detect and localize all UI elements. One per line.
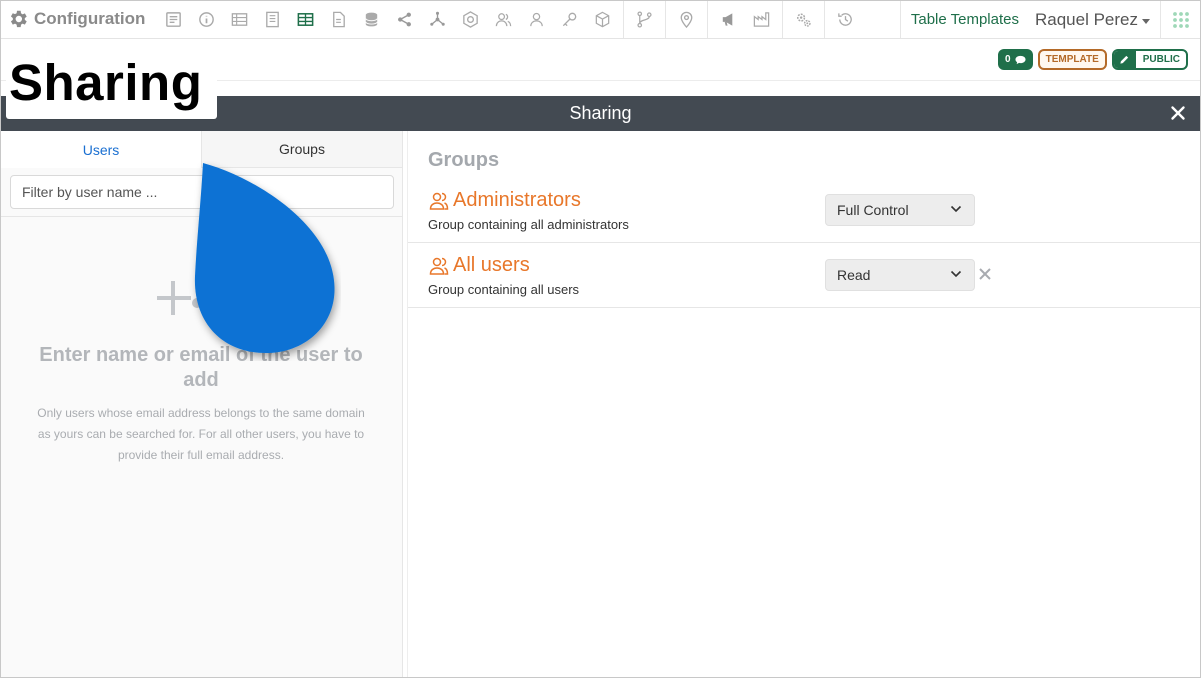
public-label: PUBLIC xyxy=(1142,54,1180,65)
user-name: Raquel Perez xyxy=(1034,10,1138,29)
table-templates-link[interactable]: Table Templates xyxy=(899,1,1035,38)
group-icon xyxy=(429,192,449,210)
page-title: Sharing xyxy=(9,54,203,111)
comment-icon xyxy=(1015,55,1026,64)
file-icon[interactable] xyxy=(322,1,355,38)
chevron-down-icon xyxy=(950,205,962,213)
share-nodes-icon[interactable] xyxy=(388,1,421,38)
megaphone-icon[interactable] xyxy=(712,1,745,38)
toolbar-right: Table Templates Raquel Perez xyxy=(899,1,1200,38)
branch-icon[interactable] xyxy=(628,1,661,38)
toolbar-group-flow xyxy=(624,1,666,38)
toolbar-group-settings xyxy=(783,1,825,38)
group-name[interactable]: All users xyxy=(428,254,530,277)
groups-heading: Groups xyxy=(428,149,500,171)
groups-pane: Groups Administrators Group containing a… xyxy=(407,131,1200,677)
permission-select[interactable]: Read xyxy=(825,259,975,291)
group-description: Group containing all users xyxy=(428,282,580,297)
group-description: Group containing all administrators xyxy=(428,217,629,232)
gears-icon[interactable] xyxy=(787,1,820,38)
permission-value: Read xyxy=(837,267,871,283)
page-title-overlay: Sharing xyxy=(6,53,217,119)
cube-icon[interactable] xyxy=(586,1,619,38)
table-icon[interactable] xyxy=(289,1,322,38)
toolbar-group-history xyxy=(825,1,866,38)
apps-grid-icon[interactable] xyxy=(1160,1,1200,38)
info-icon[interactable] xyxy=(190,1,223,38)
toolbar-icons xyxy=(153,1,866,38)
toolbar-group-location xyxy=(666,1,708,38)
network-icon[interactable] xyxy=(421,1,454,38)
map-pin-icon[interactable] xyxy=(670,1,703,38)
gear-icon xyxy=(10,10,27,28)
history-icon[interactable] xyxy=(829,1,862,38)
template-badge[interactable]: TEMPLATE xyxy=(1037,49,1107,70)
comment-count: 0 xyxy=(1005,54,1011,65)
teardrop-cursor-overlay xyxy=(194,163,335,353)
app-brand[interactable]: Configuration xyxy=(7,8,145,30)
user-menu[interactable]: Raquel Perez xyxy=(1035,1,1160,38)
empty-state-description: Only users whose email address belongs t… xyxy=(37,406,365,462)
app-title: Configuration xyxy=(34,9,146,28)
form-icon[interactable] xyxy=(157,1,190,38)
app-window: Configuration Table Templates Raquel Per… xyxy=(0,0,1201,678)
group-icon xyxy=(429,257,449,275)
document-list-icon[interactable] xyxy=(256,1,289,38)
tab-users[interactable]: Users xyxy=(1,131,202,168)
status-badges: 0 TEMPLATE PUBLIC xyxy=(998,49,1188,70)
key-icon[interactable] xyxy=(553,1,586,38)
permission-value: Full Control xyxy=(837,202,909,218)
remove-group-icon[interactable] xyxy=(978,267,992,281)
user-icon[interactable] xyxy=(520,1,553,38)
toolbar-group-design xyxy=(153,1,624,38)
factory-icon[interactable] xyxy=(745,1,778,38)
close-icon[interactable] xyxy=(1168,103,1188,123)
group-name-label: Administrators xyxy=(453,189,581,211)
toolbar-group-reports xyxy=(708,1,783,38)
public-badge[interactable]: PUBLIC xyxy=(1111,49,1188,70)
group-name[interactable]: Administrators xyxy=(428,189,581,212)
database-icon[interactable] xyxy=(355,1,388,38)
comments-badge[interactable]: 0 xyxy=(998,49,1033,70)
chevron-down-icon xyxy=(950,270,962,278)
permission-select[interactable]: Full Control xyxy=(825,194,975,226)
group-row: Administrators Group containing all admi… xyxy=(408,178,1200,243)
pencil-icon xyxy=(1113,51,1136,68)
users-icon[interactable] xyxy=(487,1,520,38)
group-row: All users Group containing all users Rea… xyxy=(408,243,1200,308)
caret-down-icon xyxy=(1142,18,1150,24)
top-toolbar: Configuration Table Templates Raquel Per… xyxy=(1,1,1200,39)
hexagon-icon[interactable] xyxy=(454,1,487,38)
group-name-label: All users xyxy=(453,254,530,276)
table-list-icon[interactable] xyxy=(223,1,256,38)
